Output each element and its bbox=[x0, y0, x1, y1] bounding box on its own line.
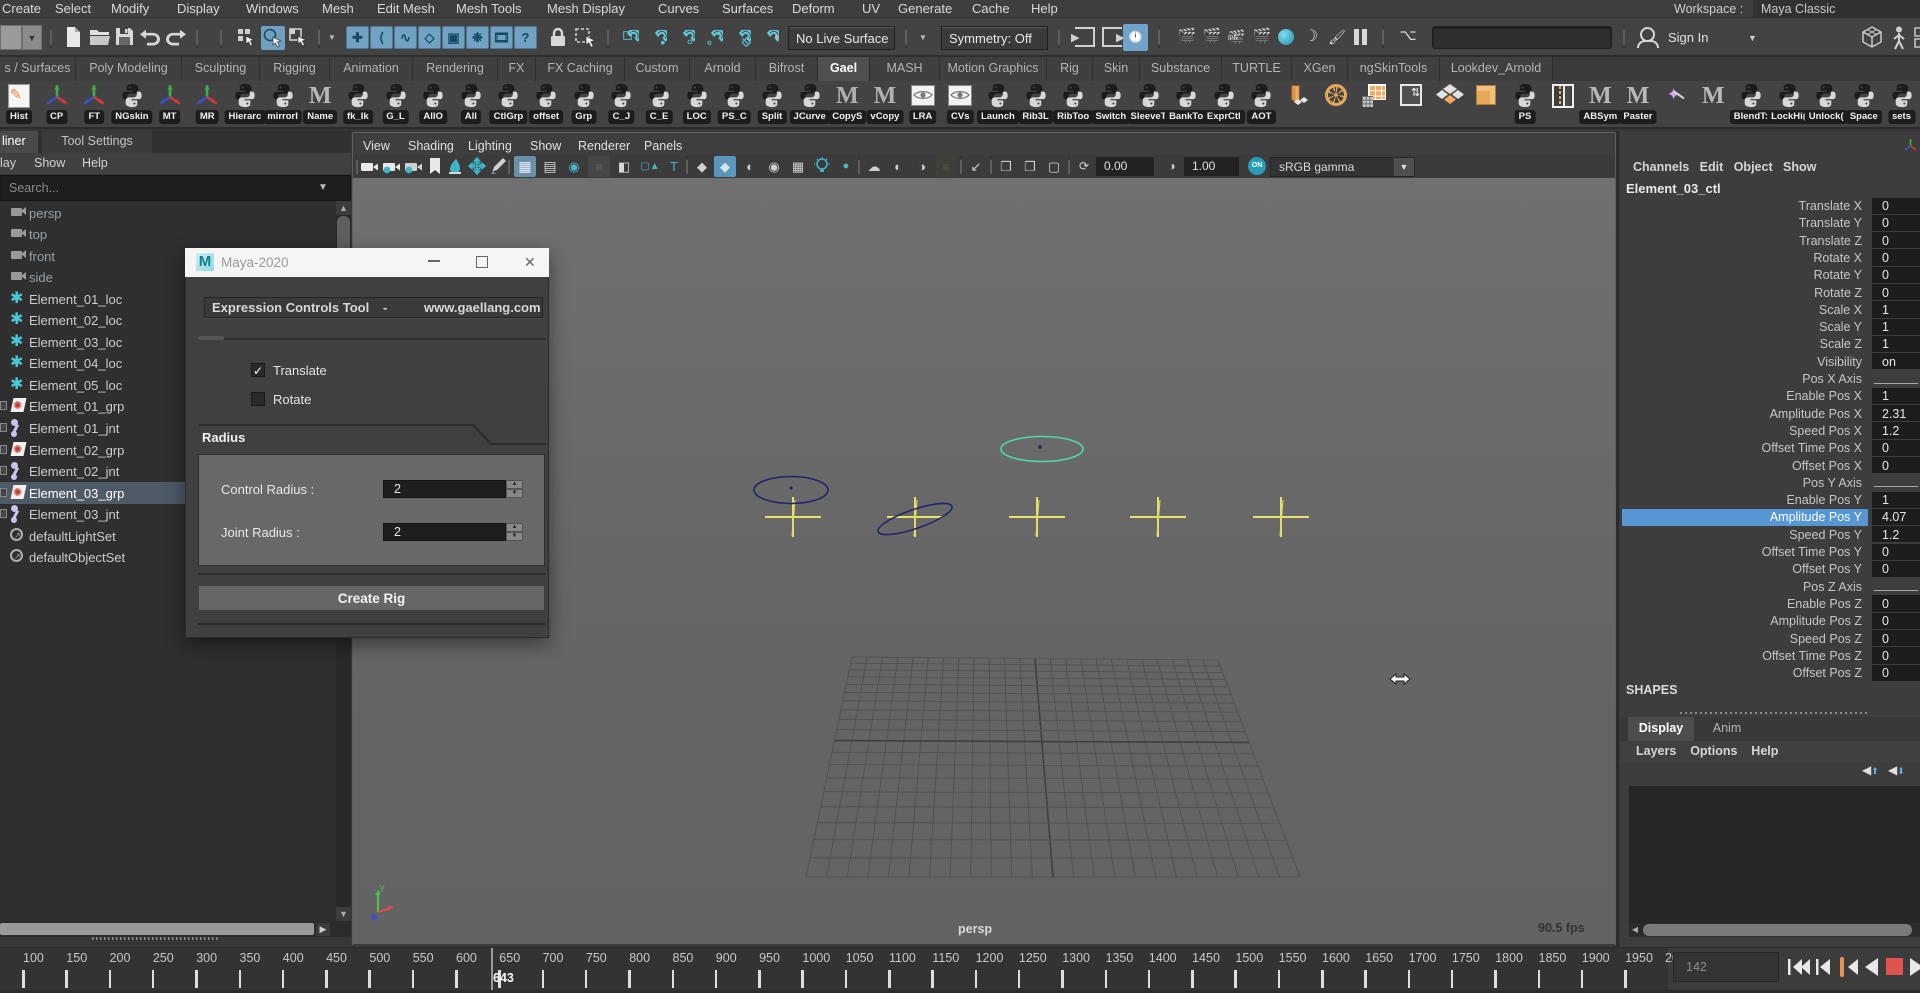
svg-text:y: y bbox=[380, 882, 385, 892]
